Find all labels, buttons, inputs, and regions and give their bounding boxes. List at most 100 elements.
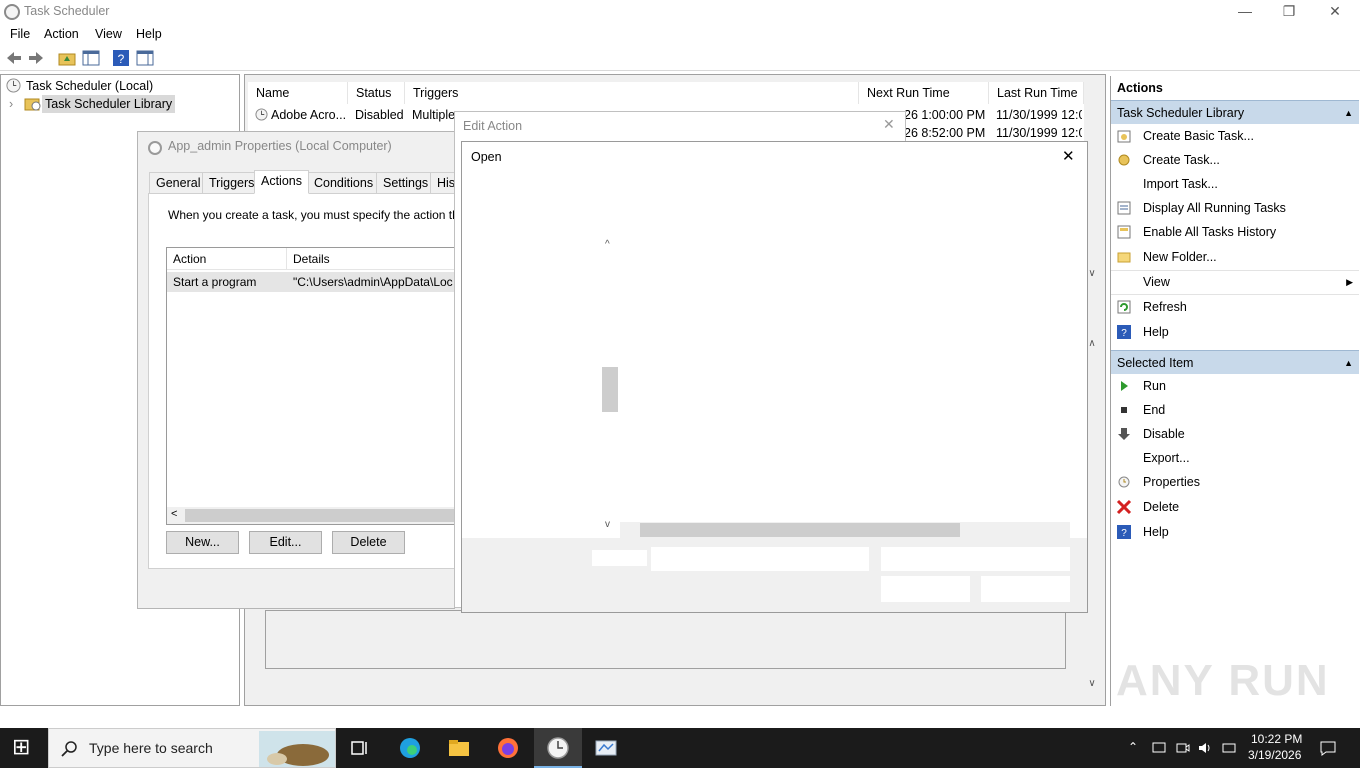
collapse-icon[interactable]: ▲ xyxy=(1344,351,1353,375)
help-icon: ? xyxy=(1117,325,1131,339)
selected-item-section-header[interactable]: Selected Item ▲ xyxy=(1111,350,1359,374)
language-icon[interactable] xyxy=(1222,741,1236,755)
show-hide-console-tree-icon[interactable] xyxy=(82,49,100,67)
column-triggers[interactable]: Triggers xyxy=(405,82,859,104)
action-import-task[interactable]: Import Task... xyxy=(1111,172,1359,196)
volume-icon[interactable] xyxy=(1198,741,1214,755)
enable-history-icon xyxy=(1117,225,1131,239)
scroll-down-arrow-icon[interactable]: v xyxy=(605,519,610,530)
actions-header: Actions xyxy=(1117,81,1163,95)
edit-action-close-button[interactable]: ✕ xyxy=(883,116,895,133)
search-icon xyxy=(61,741,77,757)
nav-pane-scrollbar[interactable]: ^ v xyxy=(602,239,618,535)
tab-general[interactable]: General xyxy=(149,172,208,194)
scroll-down-arrow-icon[interactable]: ∨ xyxy=(1084,678,1100,694)
action-export[interactable]: Export... xyxy=(1111,446,1359,470)
cancel-button[interactable] xyxy=(981,576,1070,602)
back-arrow-icon[interactable] xyxy=(5,49,23,67)
action-create-basic-task[interactable]: Create Basic Task... xyxy=(1111,124,1359,148)
column-last-run[interactable]: Last Run Time xyxy=(989,82,1084,104)
file-list-hscrollbar[interactable] xyxy=(620,522,1070,538)
action-display-running[interactable]: Display All Running Tasks xyxy=(1111,196,1359,220)
file-name-label xyxy=(592,550,647,566)
file-name-input[interactable] xyxy=(651,547,869,571)
action-help[interactable]: ? Help xyxy=(1111,320,1359,344)
tray-chevron-icon[interactable]: ⌃ xyxy=(1128,740,1138,754)
column-status[interactable]: Status xyxy=(348,82,405,104)
edge-icon[interactable] xyxy=(398,736,422,760)
up-folder-icon[interactable] xyxy=(58,49,76,67)
action-refresh[interactable]: Refresh xyxy=(1111,295,1359,319)
scroll-thumb[interactable] xyxy=(602,367,618,412)
taskbar-search[interactable]: Type here to search xyxy=(48,728,336,768)
column-name[interactable]: Name xyxy=(248,82,348,104)
action-enable-history[interactable]: Enable All Tasks History xyxy=(1111,220,1359,244)
action-new-folder[interactable]: New Folder... xyxy=(1111,245,1359,269)
tab-settings[interactable]: Settings xyxy=(376,172,436,194)
tree-expander[interactable]: › xyxy=(9,95,13,113)
properties-icon xyxy=(1118,476,1130,488)
meet-now-icon[interactable] xyxy=(1176,741,1190,755)
minimize-button[interactable]: — xyxy=(1222,0,1268,24)
delete-button[interactable]: Delete xyxy=(332,531,405,554)
action-help-selected[interactable]: ? Help xyxy=(1111,520,1359,544)
collapse-icon[interactable]: ▲ xyxy=(1344,101,1353,125)
start-button[interactable]: ⊞ xyxy=(12,734,30,760)
taskbar-task-scheduler[interactable] xyxy=(534,728,582,768)
forward-arrow-icon[interactable] xyxy=(27,49,45,67)
title-bar: Task Scheduler — ❐ ✕ xyxy=(0,0,1360,24)
menu-view[interactable]: View xyxy=(95,27,122,41)
clock-time[interactable]: 10:22 PM xyxy=(1251,732,1302,746)
action-properties[interactable]: Properties xyxy=(1111,470,1359,494)
action-view[interactable]: View ▶ xyxy=(1111,270,1359,294)
help-icon[interactable]: ? xyxy=(112,49,130,67)
task-clock-icon xyxy=(255,108,268,121)
maximize-button[interactable]: ❐ xyxy=(1266,0,1312,24)
action-disable[interactable]: Disable xyxy=(1111,422,1359,446)
horizontal-scrollbar[interactable]: < xyxy=(167,507,458,524)
clock-date[interactable]: 3/19/2026 xyxy=(1248,748,1301,762)
task-scheduler-icon xyxy=(4,4,20,20)
clock-icon xyxy=(148,141,162,155)
action-create-task[interactable]: Create Task... xyxy=(1111,148,1359,172)
column-next-run[interactable]: Next Run Time xyxy=(859,82,989,104)
menu-file[interactable]: File xyxy=(10,27,30,41)
scroll-up-arrow-icon[interactable]: ^ xyxy=(605,239,610,250)
tab-actions[interactable]: Actions xyxy=(254,170,309,194)
close-button[interactable]: ✕ xyxy=(1312,0,1358,24)
remote-app-icon[interactable] xyxy=(594,736,618,760)
tree-item-library[interactable]: Task Scheduler Library xyxy=(42,95,176,113)
row-details: "C:\Users\admin\AppData\Loc xyxy=(293,275,453,289)
task-details-box xyxy=(265,610,1066,669)
task-triggers: Multiple xyxy=(412,108,456,122)
open-button[interactable] xyxy=(881,576,970,602)
scroll-left-arrow-icon[interactable]: < xyxy=(171,508,177,520)
open-file-dialog: Open ✕ ^ v xyxy=(461,141,1088,613)
tree-item-local[interactable]: Task Scheduler (Local) xyxy=(26,77,153,95)
show-action-pane-icon[interactable] xyxy=(136,49,154,67)
tab-triggers[interactable]: Triggers xyxy=(202,172,262,194)
menu-help[interactable]: Help xyxy=(136,27,162,41)
tab-conditions[interactable]: Conditions xyxy=(307,172,381,194)
open-dialog-close-button[interactable]: ✕ xyxy=(1062,147,1075,165)
display-running-tasks-icon xyxy=(1117,201,1131,215)
network-icon[interactable] xyxy=(1152,741,1166,755)
actions-tab-panel: When you create a task, you must specify… xyxy=(148,193,459,569)
notification-icon[interactable] xyxy=(1320,740,1336,756)
action-end[interactable]: End xyxy=(1111,398,1359,422)
edit-button[interactable]: Edit... xyxy=(249,531,322,554)
table-row[interactable]: Start a program "C:\Users\admin\AppData\… xyxy=(167,272,458,292)
column-details[interactable]: Details xyxy=(287,248,458,270)
file-explorer-icon[interactable] xyxy=(447,736,471,760)
firefox-icon[interactable] xyxy=(496,736,520,760)
scroll-thumb[interactable] xyxy=(640,523,960,537)
file-type-select[interactable] xyxy=(881,547,1070,571)
scroll-thumb[interactable] xyxy=(185,509,455,522)
action-delete[interactable]: Delete xyxy=(1111,495,1359,519)
menu-action[interactable]: Action xyxy=(44,27,79,41)
new-button[interactable]: New... xyxy=(166,531,239,554)
library-section-header[interactable]: Task Scheduler Library ▲ xyxy=(1111,100,1359,124)
task-view-icon[interactable] xyxy=(348,736,372,760)
column-action[interactable]: Action xyxy=(167,248,287,270)
action-run[interactable]: Run xyxy=(1111,374,1359,398)
